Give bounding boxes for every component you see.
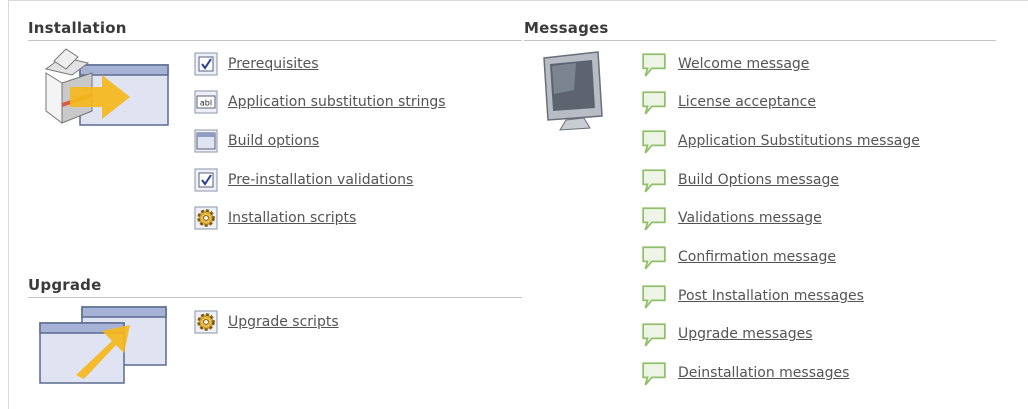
speech-bubble-icon [642,169,666,193]
upgrade-windows-icon [39,306,167,384]
messages-item-welcome[interactable]: Welcome message [640,51,809,77]
speech-bubble-icon [642,246,666,270]
messages-divider [524,40,996,41]
messages-item-build-options[interactable]: Build Options message [640,167,839,193]
messages-item-upgrade[interactable]: Upgrade messages [640,321,813,347]
installation-scripts-link[interactable]: Installation scripts [228,210,356,226]
welcome-message-link[interactable]: Welcome message [678,56,809,72]
messages-item-validations[interactable]: Validations message [640,205,822,231]
speech-bubble-icon [642,130,666,154]
installation-divider [28,40,522,41]
messages-heading: Messages [524,19,609,37]
speech-bubble-icon [642,323,666,347]
window-icon [194,129,218,153]
speech-bubble-icon [642,91,666,115]
post-installation-messages-link[interactable]: Post Installation messages [678,288,864,304]
deinstallation-messages-link[interactable]: Deinstallation messages [678,365,849,381]
checkbox-icon [194,168,218,192]
upgrade-messages-link[interactable]: Upgrade messages [678,326,813,342]
abl-textfield-icon: abl [194,90,218,114]
installation-item-build-options[interactable]: Build options [194,128,319,154]
gear-icon [194,310,218,334]
messages-item-license[interactable]: License acceptance [640,89,816,115]
messages-item-confirmation[interactable]: Confirmation message [640,244,836,270]
gear-icon [194,206,218,230]
license-acceptance-link[interactable]: License acceptance [678,94,816,110]
speech-bubble-icon [642,207,666,231]
speech-bubble-icon [642,362,666,386]
messages-item-deinstallation[interactable]: Deinstallation messages [640,360,849,386]
speech-bubble-icon [642,53,666,77]
checkbox-icon [194,52,218,76]
messages-item-post-installation[interactable]: Post Installation messages [640,283,864,309]
pre-installation-validations-link[interactable]: Pre-installation validations [228,172,413,188]
installation-item-prerequisites[interactable]: Prerequisites [194,51,319,77]
speech-bubble-icon [642,285,666,309]
application-substitutions-message-link[interactable]: Application Substitutions message [678,133,920,149]
installation-item-substitution-strings[interactable]: abl Application substitution strings [194,89,446,115]
monitor-icon [543,51,603,131]
validations-message-link[interactable]: Validations message [678,210,822,226]
upgrade-item-upgrade-scripts[interactable]: Upgrade scripts [194,309,339,335]
svg-text:abl: abl [200,99,212,108]
installation-box-icon [44,48,169,126]
prerequisites-link[interactable]: Prerequisites [228,56,319,72]
upgrade-scripts-link[interactable]: Upgrade scripts [228,314,339,330]
messages-item-app-substitutions[interactable]: Application Substitutions message [640,128,920,154]
build-options-message-link[interactable]: Build Options message [678,172,839,188]
installation-item-pre-installation-validations[interactable]: Pre-installation validations [194,167,413,193]
upgrade-divider [28,297,522,298]
upgrade-heading: Upgrade [28,276,102,294]
installation-item-installation-scripts[interactable]: Installation scripts [194,205,356,231]
build-options-link[interactable]: Build options [228,133,319,149]
installation-heading: Installation [28,19,127,37]
substitution-strings-link[interactable]: Application substitution strings [228,94,446,110]
confirmation-message-link[interactable]: Confirmation message [678,249,836,265]
